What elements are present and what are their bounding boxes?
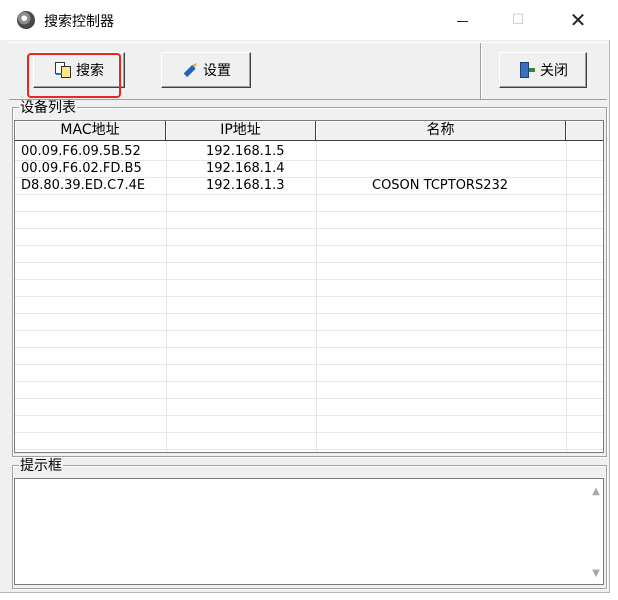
- search-button-highlight: [27, 53, 121, 98]
- cell-ip: 192.168.1.5: [206, 144, 285, 159]
- grid-line-horizontal: [15, 296, 603, 297]
- cell-mac: 00.09.F6.02.FD.B5: [21, 161, 142, 176]
- cell-mac: D8.80.39.ED.C7.4E: [21, 178, 146, 193]
- device-list-header: MAC地址 IP地址 名称: [15, 121, 603, 141]
- cell-name: COSON TCPTORS232: [372, 178, 509, 193]
- grid-line-horizontal: [15, 449, 603, 450]
- grid-line-horizontal: [15, 347, 603, 348]
- grid-line-horizontal: [15, 262, 603, 263]
- grid-line-horizontal: [15, 398, 603, 399]
- device-list-group: 设备列表 MAC地址 IP地址 名称 00.09.F6.09.5B.52 192…: [12, 100, 607, 457]
- grid-line-horizontal: [15, 415, 603, 416]
- close-app-button-label: 关闭: [540, 63, 568, 79]
- device-list-group-label: 设备列表: [19, 100, 77, 116]
- table-row[interactable]: D8.80.39.ED.C7.4E 192.168.1.3 COSON TCPT…: [15, 177, 603, 194]
- window-close-button[interactable]: ✕: [550, 0, 606, 40]
- toolbar-separator: [480, 43, 481, 99]
- search-controller-window: 搜索控制器 ☐ ✕ 搜索 设置 关闭 设备列表 MAC地址 IP地址 名称 00…: [0, 0, 610, 593]
- settings-button[interactable]: 设置: [161, 52, 251, 88]
- toolbar: 搜索 设置 关闭: [9, 42, 607, 100]
- window-title: 搜索控制器: [44, 14, 114, 30]
- device-list-rows: 00.09.F6.09.5B.52 192.168.1.5 00.09.F6.0…: [15, 143, 603, 194]
- hint-group: 提示框 ▲ ▼: [12, 458, 607, 589]
- grid-line-horizontal: [15, 381, 603, 382]
- grid-line-horizontal: [15, 313, 603, 314]
- maximize-icon: ☐: [511, 12, 525, 28]
- cell-ip: 192.168.1.3: [206, 178, 285, 193]
- cell-mac: 00.09.F6.09.5B.52: [21, 144, 141, 159]
- grid-line-horizontal: [15, 228, 603, 229]
- column-header-ip[interactable]: IP地址: [166, 121, 316, 141]
- grid-line-horizontal: [15, 194, 603, 195]
- settings-button-label: 设置: [203, 63, 231, 79]
- title-bar: 搜索控制器 ☐ ✕: [0, 0, 610, 40]
- maximize-button[interactable]: ☐: [490, 0, 546, 40]
- column-header-mac[interactable]: MAC地址: [15, 121, 166, 141]
- grid-line-horizontal: [15, 245, 603, 246]
- device-list[interactable]: MAC地址 IP地址 名称 00.09.F6.09.5B.52 192.168.…: [14, 120, 604, 453]
- grid-line-horizontal: [15, 432, 603, 433]
- hint-textbox[interactable]: [14, 478, 604, 585]
- grid-line-horizontal: [15, 279, 603, 280]
- scroll-down-arrow-icon[interactable]: ▼: [588, 566, 604, 582]
- exit-door-icon: [518, 61, 536, 79]
- column-header-name[interactable]: 名称: [316, 121, 566, 141]
- minimize-button[interactable]: [434, 0, 490, 40]
- scroll-up-arrow-icon[interactable]: ▲: [588, 484, 604, 500]
- column-header-extra[interactable]: [566, 121, 603, 141]
- grid-line-horizontal: [15, 211, 603, 212]
- hint-group-label: 提示框: [19, 458, 63, 474]
- minimize-icon: [456, 20, 468, 22]
- table-row[interactable]: 00.09.F6.09.5B.52 192.168.1.5: [15, 143, 603, 160]
- close-icon: ✕: [569, 8, 587, 32]
- app-icon: [17, 11, 35, 29]
- close-app-button[interactable]: 关闭: [499, 52, 587, 88]
- cell-ip: 192.168.1.4: [206, 161, 285, 176]
- grid-line-horizontal: [15, 364, 603, 365]
- grid-line-horizontal: [15, 330, 603, 331]
- pen-icon: [177, 57, 202, 82]
- table-row[interactable]: 00.09.F6.02.FD.B5 192.168.1.4: [15, 160, 603, 177]
